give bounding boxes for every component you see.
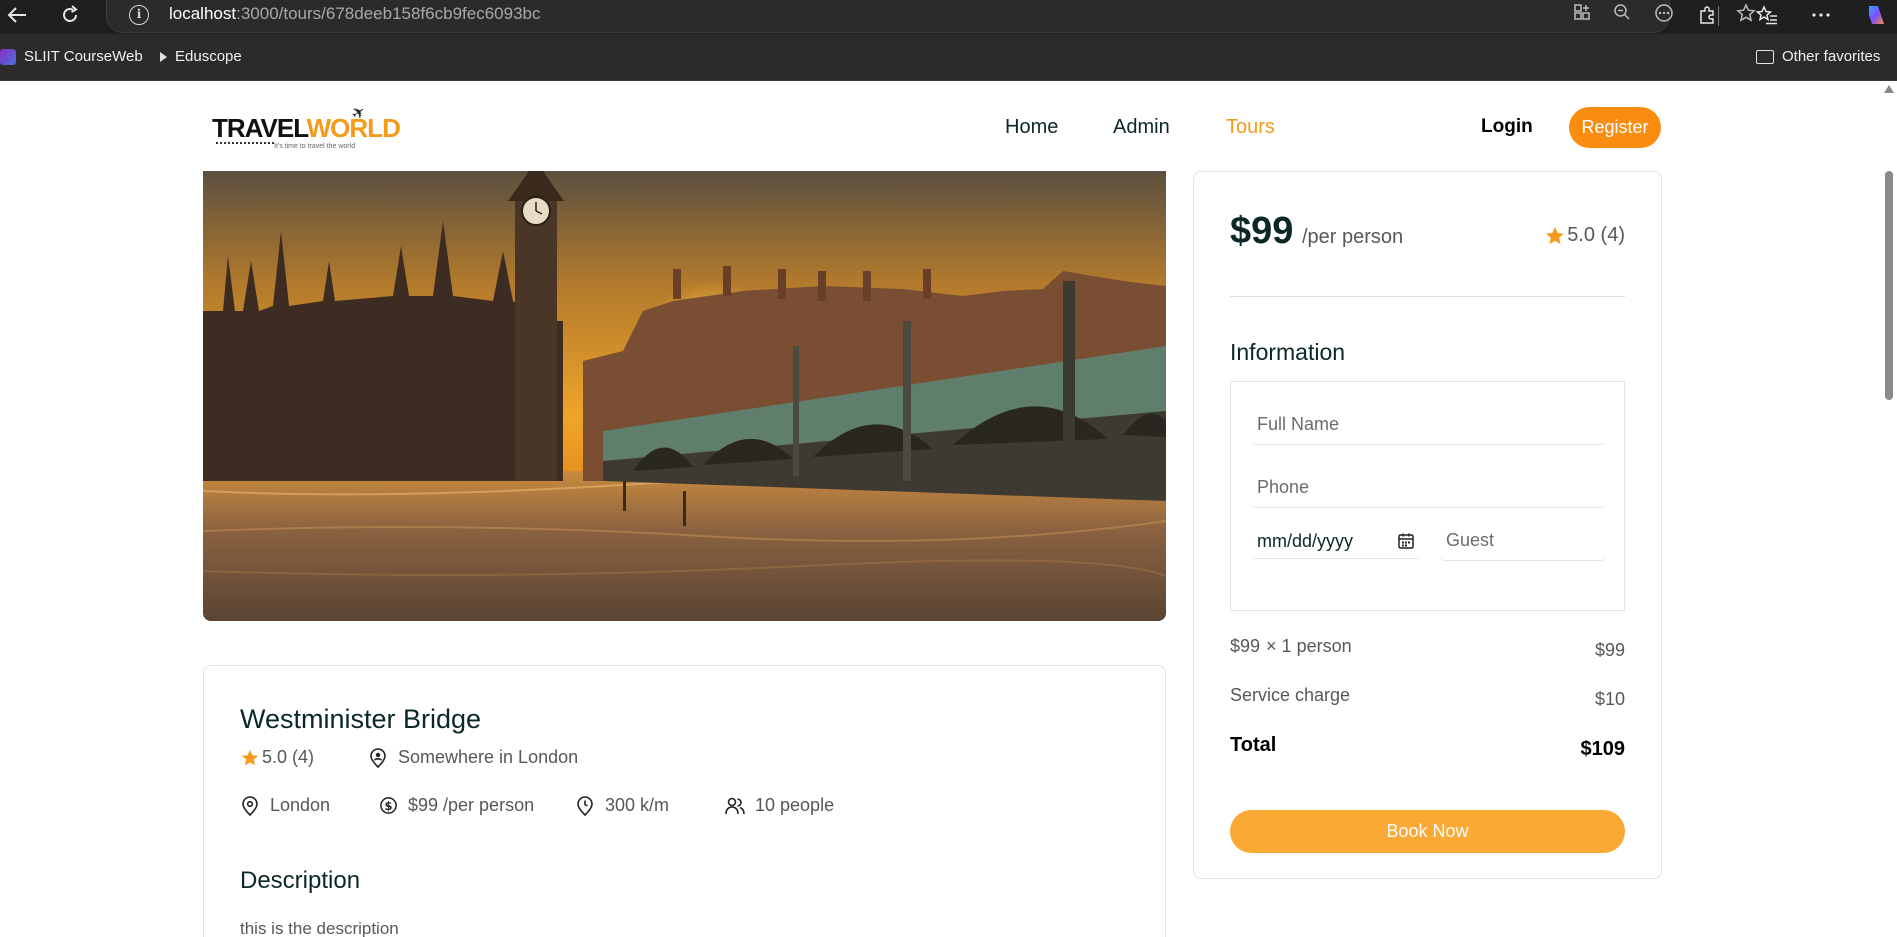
- more-actions-icon[interactable]: [1652, 3, 1676, 27]
- bookmark-label: Eduscope: [175, 48, 242, 65]
- map-pin-icon: [240, 795, 260, 816]
- tour-price: $ $99 /per person: [378, 795, 534, 816]
- bookmark-sliit[interactable]: SLIIT CourseWeb: [0, 48, 143, 65]
- booking-date-input[interactable]: mm/dd/yyyy: [1251, 521, 1421, 559]
- nav-tours[interactable]: Tours: [1226, 116, 1275, 139]
- total-row: Total $109: [1230, 734, 1625, 764]
- nav-admin[interactable]: Admin: [1113, 116, 1170, 139]
- price-breakdown-label: $99 × 1 person: [1230, 636, 1352, 657]
- tour-group-size: 10 people: [725, 795, 834, 816]
- scroll-up-arrow-icon[interactable]: [1884, 85, 1894, 93]
- tour-distance-text: 300 k/m: [605, 795, 670, 815]
- tour-group-size-text: 10 people: [755, 795, 835, 815]
- logo-tagline: It's time to travel the world: [274, 143, 356, 150]
- browser-toolbar: i localhost:3000/tours/678deeb158f6cb9fe…: [0, 0, 1897, 34]
- bookmark-eduscope[interactable]: Eduscope: [160, 48, 242, 65]
- address-url[interactable]: localhost:3000/tours/678deeb158f6cb9fec6…: [169, 4, 540, 24]
- zoom-out-icon[interactable]: [1610, 3, 1634, 27]
- service-charge-value: $10: [1594, 689, 1625, 709]
- booking-price: $99: [1230, 210, 1294, 252]
- extensions-icon[interactable]: [1692, 0, 1722, 30]
- tour-address: Somewhere in London: [368, 747, 578, 768]
- description-text: this is the description: [240, 919, 399, 937]
- tour-city-text: London: [270, 795, 331, 815]
- tour-distance: 300 k/m: [575, 795, 669, 816]
- play-triangle-icon: [160, 51, 167, 62]
- price-breakdown-value: $99: [1594, 640, 1625, 660]
- svg-text:$: $: [384, 799, 392, 813]
- group-icon: [725, 796, 745, 816]
- map-pin-time-icon: [575, 795, 595, 816]
- total-label: Total: [1230, 734, 1277, 756]
- tour-city: London: [240, 795, 330, 816]
- folder-icon: [1756, 49, 1774, 64]
- bookmark-label: SLIIT CourseWeb: [24, 48, 143, 65]
- map-pin-user-icon: [368, 747, 388, 768]
- tour-price-text: $99 /per person: [408, 795, 535, 815]
- copilot-icon[interactable]: [1860, 0, 1890, 30]
- address-bar[interactable]: i localhost:3000/tours/678deeb158f6cb9fe…: [106, 0, 1756, 33]
- price-breakdown-row: $99 × 1 person $99: [1230, 636, 1625, 666]
- service-charge-row: Service charge $10: [1230, 685, 1625, 715]
- calendar-icon[interactable]: [1397, 532, 1415, 550]
- book-now-button[interactable]: Book Now: [1230, 810, 1625, 853]
- phone-input[interactable]: [1251, 468, 1606, 508]
- page-viewport: TRAVELWORLD It's time to travel the worl…: [0, 81, 1897, 937]
- date-placeholder: mm/dd/yyyy: [1257, 531, 1354, 551]
- tour-rating: 5.0 (4): [240, 747, 314, 768]
- favorites-list-icon[interactable]: [1752, 0, 1782, 30]
- travelworld-logo[interactable]: TRAVELWORLD It's time to travel the worl…: [212, 103, 401, 155]
- total-value: $109: [1580, 738, 1626, 760]
- description-heading: Description: [240, 867, 361, 894]
- register-button[interactable]: Register: [1569, 107, 1661, 148]
- other-favorites-label: Other favorites: [1782, 48, 1881, 65]
- nav-home[interactable]: Home: [1005, 116, 1058, 139]
- person-multiplier: × 1 person: [1266, 636, 1352, 656]
- other-favorites[interactable]: Other favorites: [1756, 48, 1880, 65]
- tour-title: Westminister Bridge: [240, 704, 482, 734]
- page-scrollbar[interactable]: [1880, 81, 1897, 937]
- logo-dotted-path: [216, 142, 274, 144]
- guest-input[interactable]: [1440, 521, 1606, 561]
- bookmarks-bar: SLIIT CourseWeb Eduscope Other favorites: [0, 34, 1897, 81]
- money-circle-icon: $: [378, 796, 398, 816]
- reload-icon[interactable]: [55, 0, 85, 30]
- service-charge-label: Service charge: [1230, 685, 1351, 705]
- site-info-icon[interactable]: i: [129, 5, 149, 25]
- booking-rating-text: 5.0 (4): [1567, 224, 1625, 246]
- tour-address-text: Somewhere in London: [398, 747, 579, 767]
- star-icon: [1546, 226, 1565, 244]
- sliit-favicon-icon: [0, 48, 16, 65]
- tour-hero-image: [203, 171, 1166, 621]
- booking-divider: [1230, 296, 1625, 297]
- booking-form: mm/dd/yyyy: [1230, 381, 1625, 611]
- tour-info-card: Westminister Bridge 5.0 (4) Somewhere in…: [203, 665, 1166, 937]
- scroll-thumb[interactable]: [1885, 171, 1893, 400]
- login-button[interactable]: Login: [1481, 116, 1533, 138]
- app-install-icon[interactable]: [1570, 3, 1594, 27]
- logo-wordmark: TRAVELWORLD: [212, 113, 401, 143]
- information-heading: Information: [1230, 339, 1346, 365]
- booking-card: $99 /per person 5.0 (4) Information mm/d…: [1193, 171, 1662, 879]
- back-arrow-icon[interactable]: [2, 0, 32, 30]
- unit-price: $99: [1230, 636, 1261, 656]
- full-name-input[interactable]: [1251, 405, 1606, 445]
- booking-price-unit: /per person: [1302, 226, 1404, 248]
- booking-rating: 5.0 (4): [1545, 224, 1625, 247]
- settings-more-icon[interactable]: [1806, 0, 1836, 30]
- star-icon: [240, 748, 260, 768]
- tour-rating-text: 5.0 (4): [262, 747, 315, 767]
